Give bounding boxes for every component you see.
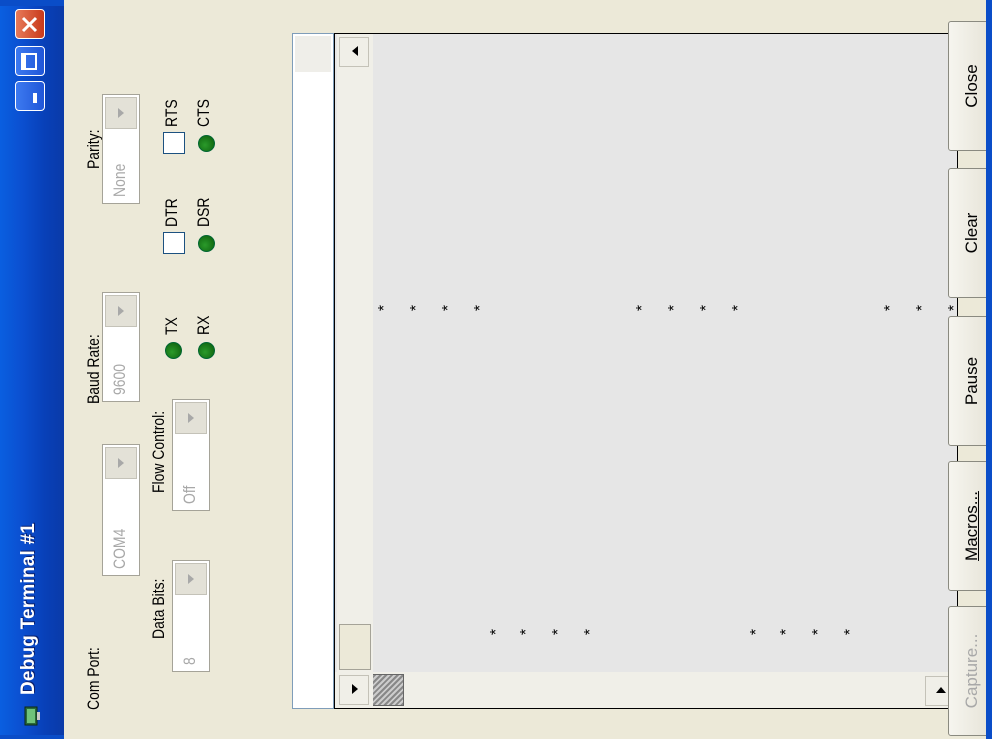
terminal-char: * (582, 628, 599, 636)
horizontal-scrollbar[interactable] (335, 672, 957, 708)
terminal-char: * (810, 628, 827, 636)
flow-control-dropdown-button[interactable] (175, 402, 207, 434)
chevron-down-icon (118, 108, 124, 118)
rts-checkbox[interactable] (163, 132, 185, 154)
terminal-app-icon (24, 706, 40, 726)
terminal-char: * (666, 304, 683, 312)
flow-control-select[interactable]: Off (172, 399, 210, 511)
tx-led-icon (165, 342, 182, 359)
terminal-char: * (748, 628, 765, 636)
com-port-dropdown-button[interactable] (105, 447, 137, 479)
macros-label: Macros... (962, 491, 981, 561)
capture-label: Capture... (962, 633, 981, 709)
rts-label: RTS (162, 99, 181, 127)
terminal-char: * (518, 628, 535, 636)
arrow-up-icon (352, 46, 358, 56)
vertical-scroll-thumb[interactable] (339, 624, 371, 670)
terminal-char: * (408, 304, 425, 312)
clear-label: Clear (962, 212, 981, 254)
terminal-char: * (698, 304, 715, 312)
minimize-icon (33, 93, 37, 103)
parity-select[interactable]: None (102, 94, 140, 204)
window-border-bottom (986, 0, 992, 739)
data-bits-select[interactable]: 8 (172, 560, 210, 672)
terminal-output: * * * * * * * * * * * * * * * * * * * (371, 34, 957, 672)
chevron-down-icon (118, 458, 124, 468)
dtr-label: DTR (162, 198, 181, 227)
cts-led-icon (198, 135, 215, 152)
data-bits-dropdown-button[interactable] (175, 563, 207, 595)
terminal-char: * (440, 304, 457, 312)
terminal-char: * (842, 628, 859, 636)
chevron-down-icon (188, 413, 194, 423)
rx-label: RX (194, 315, 213, 335)
pane-splitter[interactable] (295, 36, 331, 72)
vertical-scrollbar[interactable] (337, 34, 373, 708)
maximize-button[interactable] (15, 46, 45, 76)
arrow-down-icon (352, 684, 358, 694)
parity-value: None (110, 163, 129, 197)
transmit-pane[interactable] (292, 33, 334, 709)
cts-label: CTS (194, 99, 213, 127)
terminal-char: * (778, 628, 795, 636)
title-bar[interactable]: Debug Terminal #1 (0, 0, 64, 739)
close-label: Close (962, 64, 981, 108)
baud-rate-select[interactable]: 9600 (102, 292, 140, 402)
scroll-up-button[interactable] (339, 37, 369, 67)
chevron-down-icon (188, 574, 194, 584)
terminal-char: * (550, 628, 567, 636)
chevron-down-icon (118, 306, 124, 316)
maximize-icon (21, 53, 37, 70)
baud-rate-value: 9600 (110, 363, 129, 395)
close-icon (21, 16, 38, 33)
com-port-label: Com Port: (84, 647, 103, 710)
data-bits-label: Data Bits: (149, 578, 168, 639)
arrow-right-icon (936, 687, 946, 693)
terminal-char: * (914, 304, 931, 312)
minimize-button[interactable] (15, 81, 45, 111)
dtr-checkbox[interactable] (163, 232, 185, 254)
tx-label: TX (162, 317, 181, 335)
terminal-char: * (946, 302, 957, 314)
terminal-char: * (730, 304, 747, 312)
terminal-char: * (634, 304, 651, 312)
terminal-char: * (488, 628, 505, 636)
flow-control-value: Off (180, 485, 199, 504)
baud-rate-label: Baud Rate: (84, 334, 103, 404)
scroll-down-button[interactable] (339, 675, 369, 705)
dsr-label: DSR (194, 197, 213, 227)
data-bits-value: 8 (180, 657, 199, 665)
rx-led-icon (198, 342, 215, 359)
com-port-value: COM4 (110, 528, 129, 569)
terminal-char: * (882, 304, 899, 312)
client-area: Com Port: Baud Rate: Parity: COM4 9600 N… (64, 0, 992, 739)
parity-dropdown-button[interactable] (105, 97, 137, 129)
receive-pane[interactable]: * * * * * * * * * * * * * * * * * * * (334, 33, 958, 709)
parity-label: Parity: (84, 129, 103, 169)
close-window-button[interactable] (15, 9, 45, 39)
dsr-led-icon (198, 235, 215, 252)
window-title: Debug Terminal #1 (18, 523, 39, 695)
terminal-char: * (376, 304, 393, 312)
terminal-char: * (472, 304, 489, 312)
horizontal-scroll-thumb[interactable] (372, 674, 404, 706)
flow-control-label: Flow Control: (149, 410, 168, 493)
com-port-select[interactable]: COM4 (102, 444, 140, 576)
pause-label: Pause (962, 356, 981, 406)
baud-rate-dropdown-button[interactable] (105, 295, 137, 327)
debug-terminal-window: Debug Terminal #1 Com Port: Baud Rate: P… (0, 0, 992, 739)
